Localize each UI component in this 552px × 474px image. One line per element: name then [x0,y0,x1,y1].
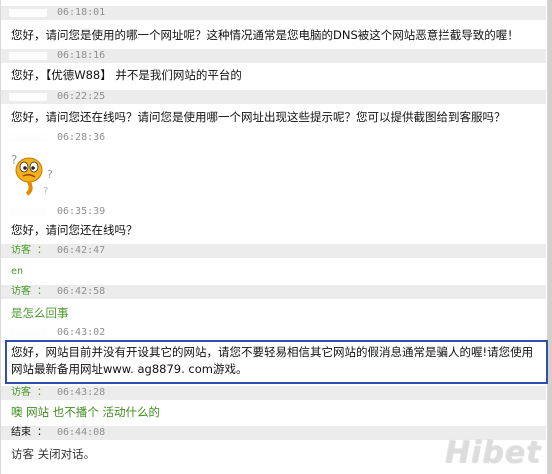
message-text: en [11,266,24,277]
redacted-name [9,52,47,60]
message-sender: 结束 ： [11,427,48,438]
message-text: 您好，请问您还在线吗？ [11,223,138,237]
message-sender: 访客 ： [11,286,48,297]
message-header: 访客 ： 06:42:58 [1,285,546,299]
message-time: 06:35:39 [57,206,106,217]
message-time: 06:22:25 [57,91,106,102]
redacted-name [9,134,47,142]
message-text: 是怎么回事 [11,306,69,320]
message-time: 06:18:01 [57,7,106,18]
message-text: 您好，网站目前并没有开设其它的网站，请您不要轻易相信其它网站的假消息通常是骗人的… [11,345,534,376]
message-header: 06:43:02 [1,326,546,340]
message-time: 06:42:47 [57,245,106,256]
message-header: 06:35:39 [1,205,546,219]
redacted-name [9,93,47,101]
redacted-name [9,208,47,216]
message-sender: 访客 ： [11,387,48,398]
message-header: 访客 ： 06:42:47 [1,244,546,258]
message-text: 您好，请问您是使用的哪一个网址呢？这种情况通常是您电脑的DNS被这个网站恶意拦截… [11,28,519,42]
svg-text:?: ? [47,168,53,181]
message-header: 06:18:16 [1,49,546,63]
svg-text:?: ? [11,153,17,167]
redacted-name [9,9,47,17]
message-sender: 访客 ： [11,245,48,256]
message-text: 您好，请问您还在线吗？请问您是使用哪一个网址出现这些提示呢？您可以提供截图给到客… [11,110,506,124]
message-time: 06:18:16 [57,50,106,61]
scrollbar[interactable] [548,0,552,474]
message-text: 您好，【优德W88】 并不是我们网站的平台的 [11,68,242,82]
message-time: 06:42:58 [57,286,106,297]
message-header: 访客 ： 06:43:28 [1,386,546,400]
confused-face-emoticon: ? ? ? [11,153,53,196]
watermark-logo: Hibet [444,435,541,470]
message-time: 06:28:36 [57,132,106,143]
message-header: 06:28:36 [1,131,546,145]
message-header: 06:18:01 [1,6,546,20]
svg-text:?: ? [43,186,48,196]
message-text: 访客 关闭对话。 [11,447,96,461]
chat-transcript: 06:18:01 您好，请问您是使用的哪一个网址呢？这种情况通常是您电脑的DNS… [0,0,548,474]
message-time: 06:44:08 [57,427,106,438]
redacted-name [9,329,47,337]
message-time: 06:43:28 [57,387,106,398]
message-time: 06:43:02 [57,327,106,338]
message-text: 噢 网站 也不播个 活动什么的 [11,405,160,419]
message-header: 06:22:25 [1,90,546,104]
